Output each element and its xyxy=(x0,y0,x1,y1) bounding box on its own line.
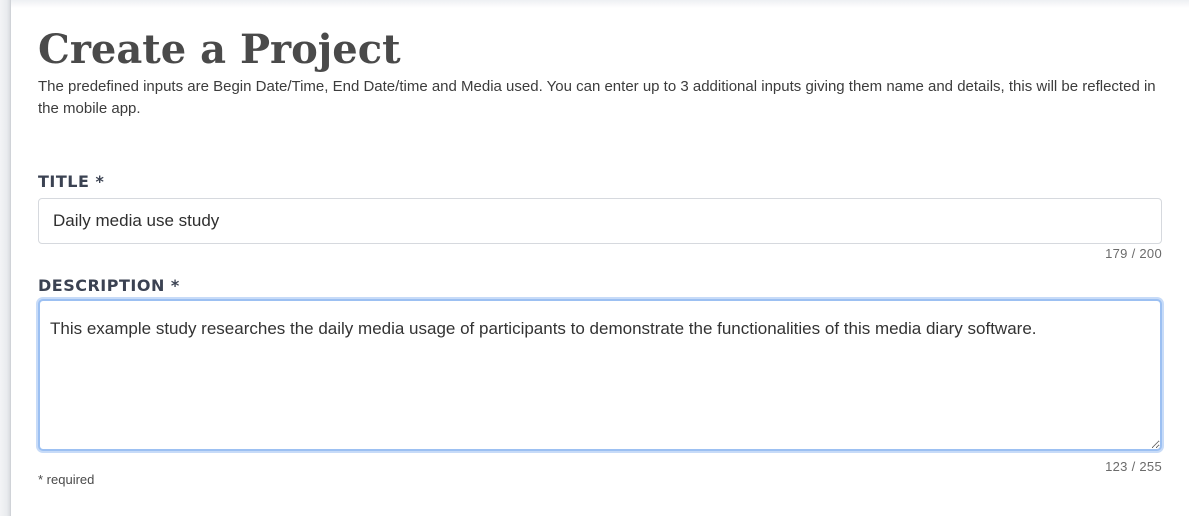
page-frame: Create a Project The predefined inputs a… xyxy=(0,0,1189,516)
description-char-counter: 123 / 255 xyxy=(1105,459,1162,474)
intro-text: The predefined inputs are Begin Date/Tim… xyxy=(38,78,1156,117)
title-label: TITLE * xyxy=(38,172,105,191)
title-input[interactable] xyxy=(38,198,1162,244)
left-border xyxy=(0,0,11,516)
page-title: Create a Project xyxy=(38,26,401,73)
top-shadow xyxy=(8,0,1189,8)
description-textarea[interactable]: This example study researches the daily … xyxy=(38,299,1162,451)
required-note: * required xyxy=(38,472,95,487)
description-label: DESCRIPTION * xyxy=(38,276,180,295)
title-char-counter: 179 / 200 xyxy=(1105,246,1162,261)
create-project-form: Create a Project The predefined inputs a… xyxy=(38,24,1162,487)
